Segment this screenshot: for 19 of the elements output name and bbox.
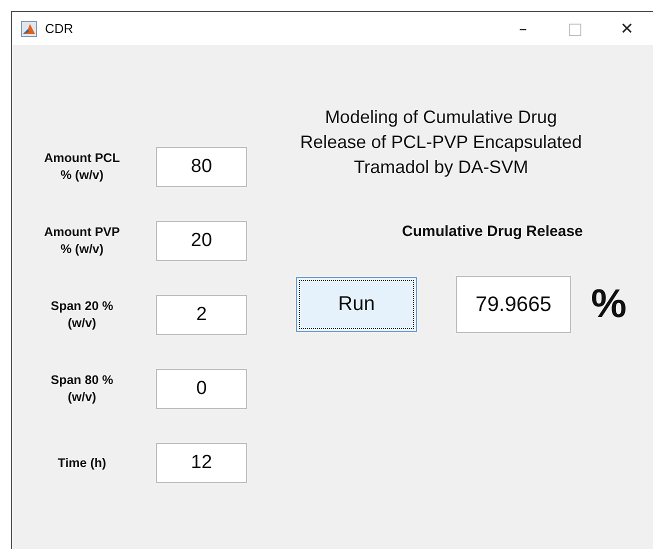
- field-label: Span 80 % (w/v): [50, 372, 114, 406]
- field-label: Amount PVP % (w/v): [43, 224, 121, 258]
- heading-text: Modeling of Cumulative Drug Release of PCL-PVP Encapsulated Tramadol by DA-SVM: [299, 106, 583, 179]
- output-field[interactable]: 79.9665: [456, 276, 571, 333]
- app-icon: [21, 20, 37, 36]
- field-label: Time (h): [56, 454, 108, 472]
- field-label: Span 20 % (w/v): [50, 298, 114, 332]
- minimize-button[interactable]: –: [497, 12, 549, 45]
- output-label: Cumulative Drug Release: [402, 223, 584, 240]
- input-field[interactable]: 2: [156, 295, 247, 335]
- input-field[interactable]: 80: [156, 147, 247, 187]
- run-button[interactable]: Run: [296, 277, 417, 332]
- input-field[interactable]: 12: [156, 443, 247, 483]
- input-field[interactable]: 20: [156, 221, 247, 261]
- unit-label: %: [591, 282, 627, 327]
- close-button[interactable]: ✕: [601, 12, 653, 45]
- field-label: Amount PCL % (w/v): [43, 150, 121, 184]
- window-title: CDR: [45, 21, 74, 36]
- input-field[interactable]: 0: [156, 369, 247, 409]
